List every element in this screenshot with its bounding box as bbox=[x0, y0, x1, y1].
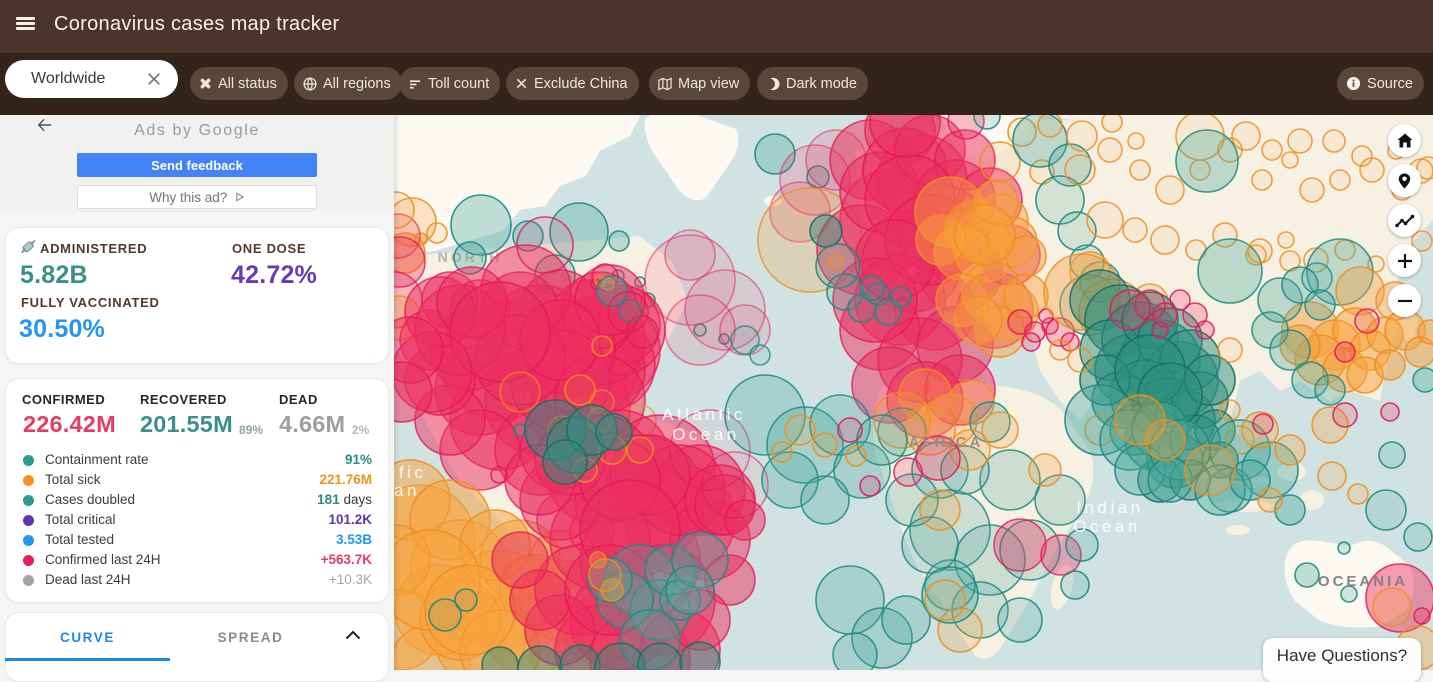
svg-text:Atlantic: Atlantic bbox=[662, 405, 746, 424]
svg-text:OCEANIA: OCEANIA bbox=[1318, 573, 1408, 590]
svg-text:Indian: Indian bbox=[1076, 498, 1143, 517]
svg-text:AFRICA: AFRICA bbox=[909, 434, 984, 451]
svg-text:Ocean: Ocean bbox=[672, 425, 740, 444]
svg-text:Ocean: Ocean bbox=[1073, 517, 1141, 536]
